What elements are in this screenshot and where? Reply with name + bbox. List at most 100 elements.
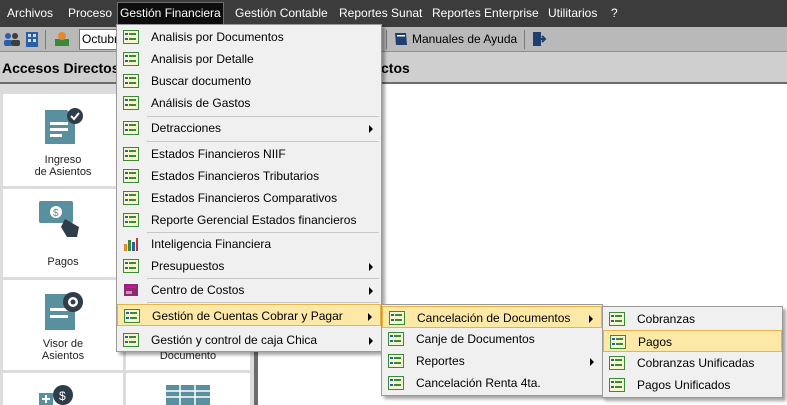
tile-label: Pagos: [47, 256, 79, 268]
menu-item-buscar-documento[interactable]: Buscar documento: [117, 70, 381, 92]
tile-pagos[interactable]: $ Pagos: [3, 189, 123, 277]
menu-item-icon: [123, 96, 139, 110]
menu-item-detracciones[interactable]: Detracciones: [117, 117, 381, 139]
tile-label: Ingreso: [44, 154, 82, 166]
menu-item-label: Cobranzas Unificadas: [637, 356, 755, 370]
menu-item-label: Pagos Unificados: [637, 378, 731, 392]
menu-cuentas-dropdown: Cancelación de Documentos Canje de Docum…: [381, 304, 603, 396]
manual-button[interactable]: Manuales de Ayuda: [412, 29, 517, 50]
exit-icon[interactable]: [529, 30, 547, 48]
chevron-right-icon: [368, 313, 372, 321]
menu-item-label: Presupuestos: [151, 259, 225, 273]
menu-item-label: Estados Financieros Tributarios: [151, 169, 320, 183]
menu-item-icon: [388, 354, 404, 368]
toolbar-separator: [45, 30, 46, 49]
menu-item-icon: [123, 259, 139, 273]
menu-reportes-enterprise[interactable]: Reportes Enterprise: [430, 0, 541, 27]
menu-item-icon: [123, 147, 139, 161]
cost-center-icon: [124, 284, 138, 296]
menu-item-label: Inteligencia Financiera: [151, 237, 272, 251]
menu-item-reporte-gerencial[interactable]: Reporte Gerencial Estados financieros: [117, 209, 381, 231]
menu-gestion-contable[interactable]: Gestión Contable: [233, 0, 330, 27]
menu-item-label: Canje de Documentos: [416, 332, 535, 346]
menu-item-label: Cancelación de Documentos: [417, 311, 571, 325]
document-check-icon: [45, 108, 83, 144]
menu-item-label: Centro de Costos: [151, 283, 245, 297]
add-money-icon: $: [39, 385, 73, 405]
menu-item-icon: [123, 191, 139, 205]
menu-item-analisis-gastos[interactable]: Análisis de Gastos: [117, 92, 381, 114]
table-icon: [166, 385, 210, 405]
chevron-right-icon: [589, 315, 593, 323]
menu-item-analisis-documentos[interactable]: Analisis por Documentos: [117, 26, 381, 48]
menu-item-icon: [123, 121, 139, 135]
book-icon[interactable]: [392, 30, 410, 48]
users-icon[interactable]: [3, 30, 21, 48]
chevron-right-icon: [369, 263, 373, 271]
svg-text:$: $: [59, 389, 66, 403]
tile-ingreso-asientos[interactable]: Ingreso de Asientos: [3, 94, 123, 186]
menu-item-label: Estados Financieros NIIF: [151, 147, 286, 161]
menu-item-label: Estados Financieros Comparativos: [151, 191, 338, 205]
chevron-right-icon: [369, 125, 373, 133]
menu-reportes-sunat[interactable]: Reportes Sunat: [337, 0, 424, 27]
menu-item-cuentas-cobrar-pagar[interactable]: Gestión de Cuentas Cobrar y Pagar: [117, 304, 381, 326]
menu-item-label: Gestión y control de caja Chica: [151, 333, 318, 347]
right-panel-title: ctos: [381, 60, 410, 76]
menu-separator: [147, 141, 379, 142]
menu-item-ef-niif[interactable]: Estados Financieros NIIF: [117, 143, 381, 165]
menu-item-icon: [609, 312, 625, 326]
menu-item-label: Buscar documento: [151, 74, 252, 88]
menu-item-icon: [123, 74, 139, 88]
menu-item-pagos[interactable]: Pagos: [603, 330, 782, 352]
tile-add-money[interactable]: $: [3, 373, 123, 405]
menu-item-label: Analisis por Detalle: [151, 52, 254, 66]
menu-separator: [147, 302, 379, 303]
user-money-icon[interactable]: [53, 30, 71, 48]
tile-table[interactable]: [126, 373, 250, 405]
menu-item-icon: [123, 30, 139, 44]
toolbar-separator: [386, 30, 387, 49]
menu-item-label: Detracciones: [151, 121, 222, 135]
menu-item-presupuestos[interactable]: Presupuestos: [117, 255, 381, 277]
menu-item-cancelacion-renta[interactable]: Cancelación Renta 4ta.: [382, 372, 602, 394]
menu-item-caja-chica[interactable]: Gestión y control de caja Chica: [117, 329, 381, 351]
menu-gestion-financiera[interactable]: Gestión Financiera: [117, 2, 224, 25]
menu-item-pagos-unificados[interactable]: Pagos Unificados: [603, 374, 782, 396]
menu-item-icon: [124, 309, 140, 323]
menu-item-reportes[interactable]: Reportes: [382, 350, 602, 372]
menu-item-label: Gestión de Cuentas Cobrar y Pagar: [152, 309, 343, 323]
menu-item-label: Analisis por Documentos: [151, 30, 284, 44]
menu-archivos[interactable]: Archivos: [5, 0, 55, 27]
menu-item-cobranzas-unificadas[interactable]: Cobranzas Unificadas: [603, 352, 782, 374]
menu-item-icon: [123, 333, 139, 347]
menu-item-label: Pagos: [638, 335, 673, 349]
menu-item-inteligencia-financiera[interactable]: Inteligencia Financiera: [117, 233, 381, 255]
menu-help[interactable]: ?: [609, 0, 620, 27]
menu-item-label: Reporte Gerencial Estados financieros: [151, 213, 357, 227]
menu-item-canje-documentos[interactable]: Canje de Documentos: [382, 328, 602, 350]
menu-item-label: Reportes: [416, 354, 465, 368]
toolbar-separator: [524, 30, 525, 49]
document-view-icon: [45, 292, 83, 330]
menu-item-label: Análisis de Gastos: [151, 96, 251, 110]
tile-label: de Asientos: [34, 166, 92, 178]
menu-item-centro-costos[interactable]: Centro de Costos: [117, 279, 381, 301]
chevron-right-icon: [369, 337, 373, 345]
bar-chart-icon: [124, 238, 138, 251]
menu-item-ef-tributarios[interactable]: Estados Financieros Tributarios: [117, 165, 381, 187]
menu-item-icon: [388, 332, 404, 346]
menu-utilitarios[interactable]: Utilitarios: [546, 0, 599, 27]
tile-label: Visor de: [42, 338, 84, 350]
menu-item-analisis-detalle[interactable]: Analisis por Detalle: [117, 48, 381, 70]
menu-item-ef-comparativos[interactable]: Estados Financieros Comparativos: [117, 187, 381, 209]
menu-item-icon: [610, 335, 626, 349]
menu-gestion-financiera-dropdown: Analisis por Documentos Analisis por Det…: [116, 24, 382, 352]
menu-cancelacion-dropdown: Cobranzas Pagos Cobranzas Unificadas Pag…: [602, 306, 783, 398]
menu-proceso[interactable]: Proceso: [66, 0, 114, 27]
svg-text:$: $: [53, 208, 59, 219]
tile-visor-asientos[interactable]: Visor de Asientos: [3, 280, 123, 370]
building-icon[interactable]: [23, 30, 41, 48]
menu-item-cobranzas[interactable]: Cobranzas: [603, 308, 782, 330]
menu-item-cancelacion-documentos[interactable]: Cancelación de Documentos: [382, 306, 602, 328]
